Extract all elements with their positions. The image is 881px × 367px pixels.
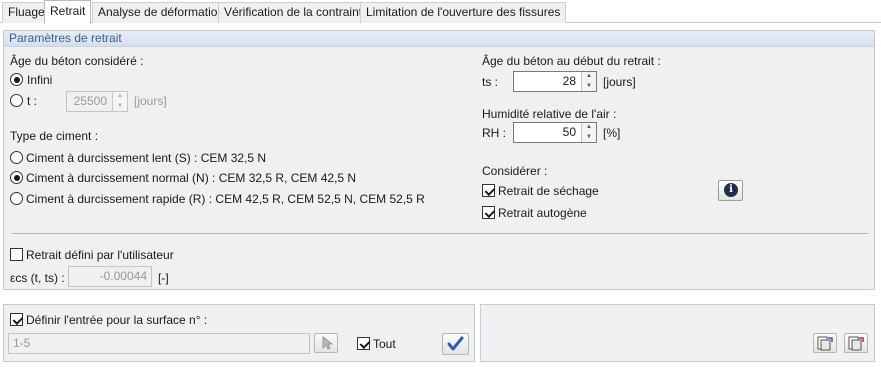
copy-to-icon [848, 336, 864, 351]
import-data-button[interactable] [813, 333, 837, 353]
t-days-stepper[interactable]: 25500 ▲ ▼ [66, 91, 128, 112]
ts-label: Âge du béton au début du retrait : [482, 54, 661, 68]
user-defined-shrinkage-checkbox[interactable] [10, 248, 23, 261]
radio-cement-rapid[interactable] [10, 192, 23, 205]
panel-title: Paramètres de retrait [4, 31, 874, 47]
surface-input-panel: Définir l'entrée pour la surface n° : 1-… [3, 304, 475, 362]
radio-cement-normal[interactable] [10, 171, 23, 184]
checkmark-icon [447, 336, 464, 351]
apply-button[interactable] [442, 333, 469, 355]
autogenous-shrinkage-label: Retrait autogène [498, 206, 587, 220]
radio-infinite[interactable] [10, 73, 23, 86]
rh-field-label: RH : [482, 126, 506, 140]
cement-type-label: Type de ciment : [10, 129, 99, 143]
drying-shrinkage-checkbox[interactable] [482, 184, 495, 197]
radio-cement-slow[interactable] [10, 151, 23, 164]
define-surface-checkbox[interactable] [10, 313, 23, 326]
ts-spin-buttons[interactable]: ▲ ▼ [581, 72, 596, 91]
autogenous-shrinkage-checkbox[interactable] [482, 206, 495, 219]
all-surfaces-checkbox[interactable] [357, 337, 370, 350]
rh-stepper[interactable]: 50 ▲ ▼ [513, 122, 597, 143]
ts-stepper[interactable]: 28 ▲ ▼ [513, 71, 597, 92]
consider-label: Considérer : [482, 164, 548, 178]
info-icon[interactable] [718, 180, 743, 201]
eps-cs-unit: [-] [158, 271, 169, 285]
user-defined-shrinkage-label: Retrait défini par l'utilisateur [26, 248, 174, 262]
drying-shrinkage-label: Retrait de séchage [498, 184, 599, 198]
ts-value: 28 [562, 74, 576, 88]
cursor-pick-icon [322, 336, 334, 350]
shrinkage-parameters-panel: Paramètres de retrait Âge du béton consi… [3, 30, 875, 290]
export-data-button[interactable] [844, 333, 868, 353]
ts-unit: [jours] [603, 75, 636, 89]
radio-t[interactable] [10, 94, 23, 107]
copy-from-icon [817, 336, 833, 351]
ts-field-label: ts : [482, 75, 499, 89]
define-surface-label: Définir l'entrée pour la surface n° : [26, 313, 208, 327]
radio-infinite-label: Infini [27, 73, 53, 87]
tab-analyse-deformation[interactable]: Analyse de déformation [92, 2, 231, 23]
surface-number-input[interactable]: 1-5 [8, 333, 310, 354]
eps-cs-field[interactable]: -0.00044 [68, 266, 152, 287]
age-label: Âge du béton considéré : [10, 54, 144, 68]
t-days-spin-buttons[interactable]: ▲ ▼ [112, 92, 127, 111]
rh-label: Humidité relative de l'air : [482, 107, 617, 121]
tab-limitation-fissures[interactable]: Limitation de l'ouverture des fissures [360, 2, 567, 23]
rh-unit: [%] [603, 126, 621, 140]
t-days-value: 25500 [73, 94, 107, 108]
t-days-unit: [jours] [134, 94, 167, 108]
all-surfaces-label: Tout [373, 337, 396, 351]
radio-cement-rapid-label: Ciment à durcissement rapide (R) : CEM 4… [26, 192, 425, 206]
actions-panel [480, 304, 875, 362]
eps-cs-label: εcs (t, ts) : [10, 271, 65, 285]
select-surface-cursor-icon[interactable] [314, 333, 338, 353]
radio-cement-slow-label: Ciment à durcissement lent (S) : CEM 32,… [26, 151, 267, 165]
rh-value: 50 [562, 125, 576, 139]
rh-spin-buttons[interactable]: ▲ ▼ [581, 123, 596, 142]
tab-retrait[interactable]: Retrait [44, 0, 92, 24]
divider [12, 233, 868, 234]
radio-t-label: t : [27, 94, 38, 108]
tab-verification-contrainte[interactable]: Vérification de la contrainte [218, 2, 375, 23]
radio-cement-normal-label: Ciment à durcissement normal (N) : CEM 3… [26, 171, 357, 185]
tab-bar: Fluage Retrait Analyse de déformation Vé… [0, 0, 881, 24]
